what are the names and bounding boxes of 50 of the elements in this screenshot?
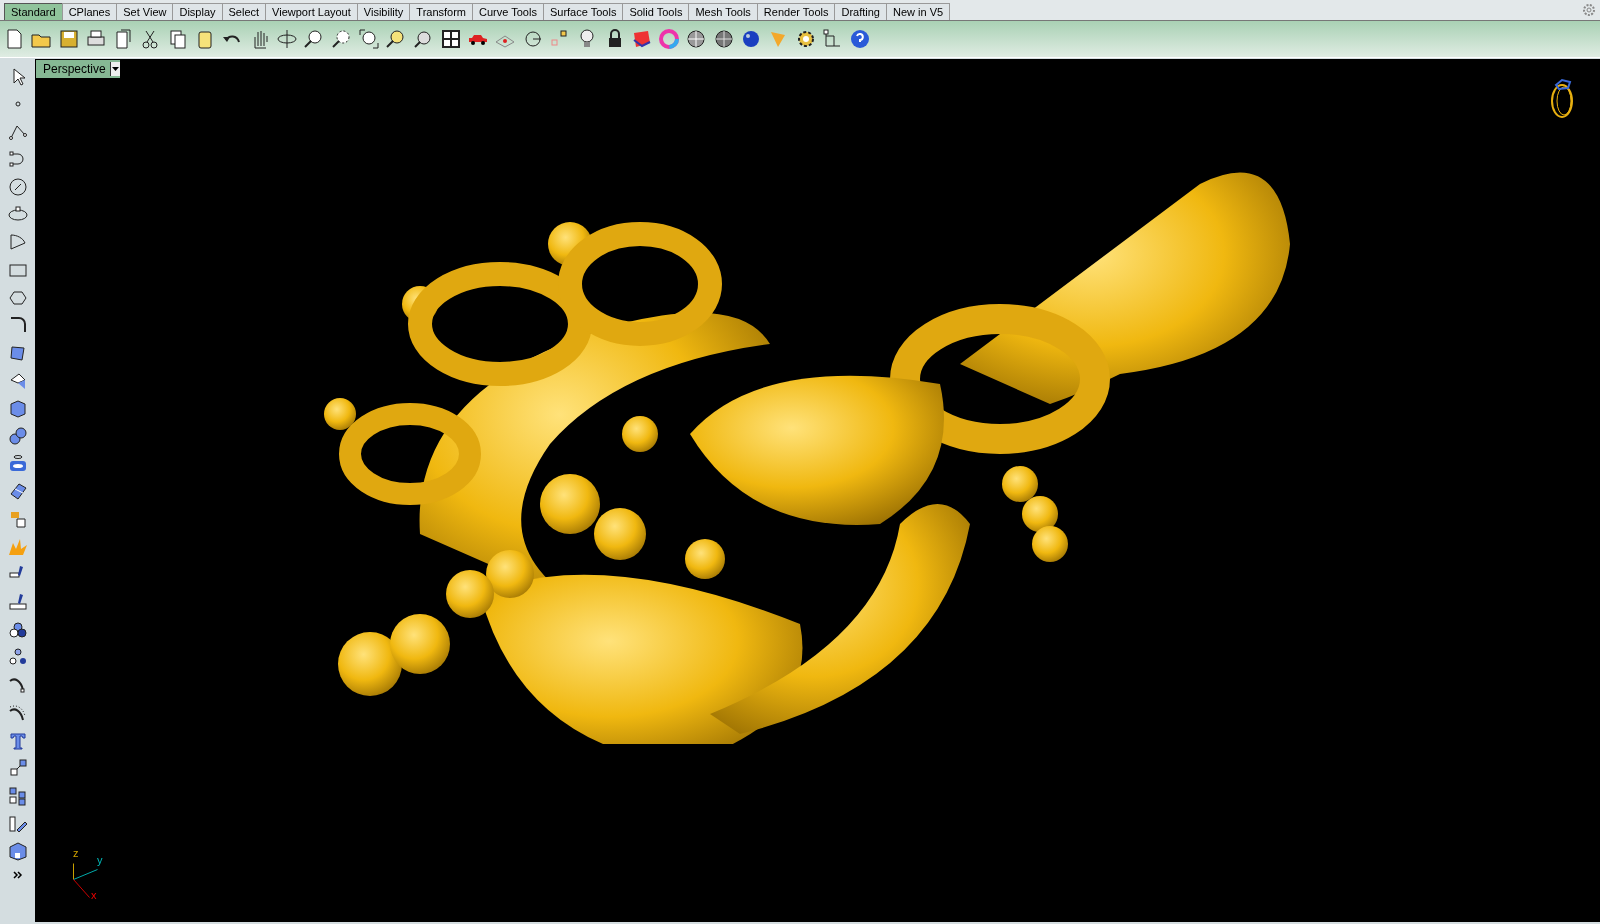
offset-curve-icon[interactable] [7, 702, 28, 723]
move-icon[interactable] [7, 758, 28, 779]
text-icon[interactable] [7, 730, 28, 751]
boolean-icon[interactable] [7, 619, 28, 640]
toolbar-tab[interactable]: Solid Tools [622, 3, 690, 20]
z-axis-label: z [73, 847, 79, 859]
toolbar-tab[interactable]: Transform [409, 3, 474, 20]
array-icon[interactable] [7, 785, 28, 806]
viewport-title: Perspective [43, 62, 106, 76]
axis-gizmo-drawing [72, 862, 98, 898]
color-wheel-icon[interactable] [658, 28, 681, 50]
solid-box-icon[interactable] [7, 841, 28, 862]
zoom-window-icon[interactable] [330, 28, 353, 50]
save-icon[interactable] [57, 28, 80, 50]
perspective-viewport[interactable]: Perspective z y x [35, 59, 1600, 922]
chevron-icon[interactable] [11, 868, 24, 881]
shaded-sphere-icon[interactable] [712, 28, 735, 50]
rotate-view-icon[interactable] [275, 28, 298, 50]
split-icon[interactable] [7, 592, 28, 613]
sphere-icon[interactable] [685, 28, 708, 50]
dropdown-icon[interactable] [110, 62, 120, 76]
toolbar-tab[interactable]: Surface Tools [542, 3, 624, 20]
extrude-icon[interactable] [7, 453, 28, 474]
dots-icon[interactable] [7, 647, 28, 668]
glossy-sphere-icon[interactable] [740, 28, 762, 50]
viewport-title-tab[interactable]: Perspective [36, 60, 120, 78]
toolbar-tab[interactable]: Drafting [834, 3, 887, 20]
spheres-icon[interactable] [7, 425, 28, 446]
settings-icon[interactable] [1582, 3, 1596, 17]
toolbar-tab[interactable]: Select [221, 3, 267, 20]
y-axis-label: y [97, 854, 103, 866]
toolbar-tab[interactable]: Set View [116, 3, 174, 20]
box-icon[interactable] [7, 398, 28, 419]
zoom-extents-icon[interactable] [357, 28, 380, 50]
toolbar-tab[interactable]: Display [172, 3, 223, 20]
x-axis-label: x [91, 889, 97, 901]
help-icon[interactable] [849, 28, 872, 50]
toolbar-tab[interactable]: Viewport Layout [265, 3, 358, 20]
toolbar-tab[interactable]: CPlanes [61, 3, 118, 20]
toolbar-tab[interactable]: New in V5 [886, 3, 951, 20]
toolbar-tab[interactable]: Standard [4, 3, 63, 20]
toolbar-tab[interactable]: Render Tools [756, 3, 836, 20]
align-icon[interactable] [7, 813, 28, 834]
arc-icon[interactable] [7, 232, 28, 253]
toolbar-tab[interactable]: Curve Tools [472, 3, 544, 20]
circle-icon[interactable] [7, 176, 28, 197]
edit-curve-icon[interactable] [7, 675, 28, 696]
toolbar-tab[interactable]: Visibility [356, 3, 411, 20]
four-viewports-icon[interactable] [439, 28, 462, 50]
toolbar-tab[interactable]: Mesh Tools [688, 3, 758, 20]
